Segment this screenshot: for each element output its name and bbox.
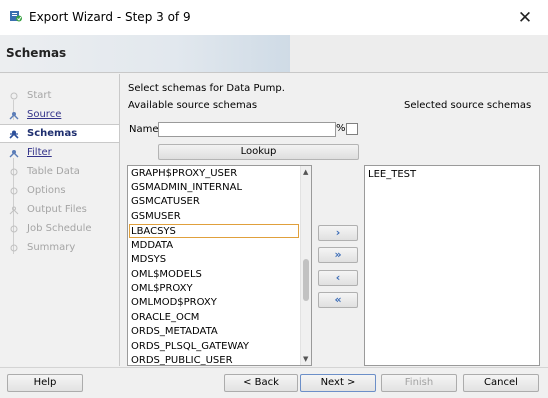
nav-step-start: Start	[0, 87, 119, 106]
nav-step-source[interactable]: Source	[0, 106, 119, 125]
selected-schemas-list[interactable]: LEE_TEST	[364, 165, 540, 366]
step-current-icon	[9, 130, 19, 139]
chevron-left-icon: ‹	[335, 271, 341, 284]
percent-label: %	[336, 123, 346, 134]
title-bar: Export Wizard - Step 3 of 9 ✕	[0, 0, 548, 35]
move-all-left-button[interactable]: «	[318, 292, 358, 308]
page-title: Schemas	[6, 46, 67, 60]
nav-step-label: Schemas	[27, 128, 78, 139]
step-pending-icon	[10, 92, 18, 100]
available-schemas-label: Available source schemas	[128, 100, 258, 111]
step-done-icon	[9, 112, 19, 120]
app-icon	[10, 11, 22, 22]
list-item[interactable]: OML$MODELS	[130, 268, 300, 282]
list-item[interactable]: LEE_TEST	[368, 169, 416, 180]
list-item[interactable]: GRAPH$PROXY_USER	[130, 167, 300, 181]
list-item[interactable]: ORDS_PUBLIC_USER	[130, 354, 300, 365]
wizard-steps-nav: Start Source Schemas Filter Table Data O…	[0, 74, 120, 366]
wildcard-checkbox[interactable]	[346, 123, 358, 135]
list-item[interactable]: OML$PROXY	[130, 282, 300, 296]
name-filter-input[interactable]	[158, 122, 336, 137]
list-item[interactable]: GSMUSER	[130, 210, 300, 224]
step-pending-icon	[9, 206, 19, 215]
move-all-right-button[interactable]: »	[318, 247, 358, 263]
nav-step-schemas[interactable]: Schemas	[0, 124, 119, 143]
nav-step-filter[interactable]: Filter	[0, 144, 119, 163]
list-item[interactable]: OMLMOD$PROXY	[130, 296, 300, 310]
finish-button: Finish	[381, 374, 457, 392]
available-list-scrollbar[interactable]: ▲ ▼	[300, 166, 311, 365]
help-button[interactable]: Help	[7, 374, 83, 392]
cancel-button[interactable]: Cancel	[463, 374, 539, 392]
list-item[interactable]: ORDS_METADATA	[130, 325, 300, 339]
nav-step-options: Options	[0, 182, 119, 201]
step-pending-icon	[10, 244, 18, 252]
scroll-up-icon[interactable]: ▲	[303, 168, 308, 176]
back-button[interactable]: < Back	[224, 374, 298, 392]
move-selected-right-button[interactable]: ›	[318, 225, 358, 241]
nav-step-summary: Summary	[0, 239, 119, 258]
selected-schemas-label: Selected source schemas	[404, 100, 532, 111]
nav-step-label: Filter	[27, 147, 52, 158]
nav-step-label: Summary	[27, 242, 76, 253]
name-label: Name	[129, 124, 159, 135]
list-item[interactable]: ORACLE_OCM	[130, 311, 300, 325]
list-item[interactable]: GSMCATUSER	[130, 195, 300, 209]
nav-step-label: Options	[27, 185, 66, 196]
step-done-icon	[9, 150, 19, 158]
step-pending-icon	[10, 168, 18, 176]
double-chevron-left-icon: «	[334, 293, 342, 306]
list-item-selected[interactable]: LBACSYS	[129, 224, 299, 238]
list-item[interactable]: ORDS_PLSQL_GATEWAY	[130, 340, 300, 354]
scrollbar-thumb[interactable]	[303, 259, 309, 301]
double-chevron-right-icon: »	[334, 248, 342, 261]
list-item[interactable]: MDSYS	[130, 253, 300, 267]
list-item[interactable]: GSMADMIN_INTERNAL	[130, 181, 300, 195]
available-schemas-list[interactable]: GRAPH$PROXY_USER GSMADMIN_INTERNAL GSMCA…	[127, 165, 312, 366]
step-pending-icon	[10, 225, 18, 233]
close-button[interactable]: ✕	[502, 0, 548, 35]
next-button[interactable]: Next >	[300, 374, 376, 392]
scroll-down-icon[interactable]: ▼	[303, 355, 308, 363]
step-pending-icon	[10, 187, 18, 195]
close-icon: ✕	[517, 7, 533, 28]
nav-step-job-schedule: Job Schedule	[0, 220, 119, 239]
instruction-text: Select schemas for Data Pump.	[128, 83, 285, 94]
list-item[interactable]: MDDATA	[130, 239, 300, 253]
nav-step-label: Table Data	[27, 166, 80, 177]
window-title: Export Wizard - Step 3 of 9	[29, 10, 191, 24]
nav-step-label: Output Files	[27, 204, 87, 215]
nav-step-output-files: Output Files	[0, 201, 119, 220]
nav-step-label: Job Schedule	[27, 223, 92, 234]
nav-step-table-data: Table Data	[0, 163, 119, 182]
chevron-right-icon: ›	[335, 226, 341, 239]
nav-step-label: Source	[27, 109, 62, 120]
move-selected-left-button[interactable]: ‹	[318, 270, 358, 286]
header-banner: Schemas	[0, 35, 548, 73]
nav-step-label: Start	[27, 90, 52, 101]
lookup-button[interactable]: Lookup	[158, 144, 359, 160]
